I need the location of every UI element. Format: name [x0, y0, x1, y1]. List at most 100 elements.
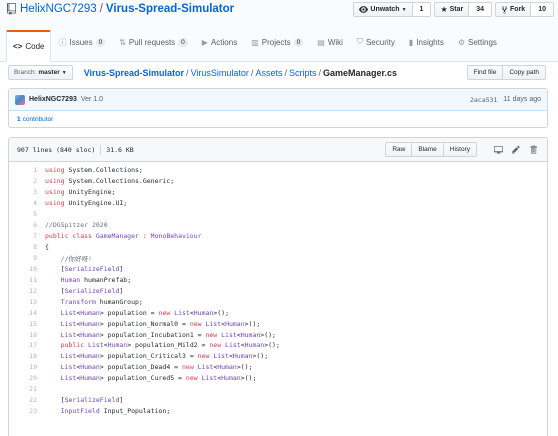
- line-number[interactable]: 13: [9, 298, 37, 306]
- line-number[interactable]: 17: [9, 341, 37, 349]
- pencil-icon[interactable]: [512, 145, 521, 154]
- line-number[interactable]: 20: [9, 374, 37, 382]
- code-token: InputField: [45, 407, 100, 416]
- graph-icon: ▮: [408, 37, 414, 47]
- star-count[interactable]: 34: [469, 2, 493, 17]
- tab-code[interactable]: <> Code: [6, 30, 52, 62]
- line-number[interactable]: 18: [9, 352, 37, 360]
- line-number[interactable]: 4: [9, 199, 37, 207]
- code-content: using UnityEngine.UI;: [37, 199, 127, 207]
- star-button[interactable]: ★ Star: [434, 2, 470, 17]
- tab-issues[interactable]: ⓘ Issues 0: [51, 30, 112, 53]
- code-token: Human: [240, 330, 261, 339]
- code-token: > population_Mild2 =: [127, 341, 210, 350]
- line-number[interactable]: 6: [9, 221, 37, 229]
- code-token: Human: [80, 308, 100, 317]
- code-token: List: [45, 374, 77, 383]
- line-number[interactable]: 22: [9, 396, 37, 404]
- raw-button[interactable]: Raw: [385, 142, 413, 157]
- code-token: new: [182, 363, 198, 372]
- line-number[interactable]: 8: [9, 243, 37, 251]
- code-icon: <>: [13, 42, 23, 51]
- line-number[interactable]: 5: [9, 210, 37, 218]
- code-line: 17 public List<Human> population_Mild2 =…: [9, 340, 547, 351]
- fork-button[interactable]: Fork: [495, 2, 532, 17]
- code-token: SerializeField: [64, 264, 120, 273]
- blame-button[interactable]: Blame: [412, 142, 444, 157]
- line-number[interactable]: 16: [9, 331, 37, 339]
- shield-icon: ⛉: [356, 37, 363, 46]
- watch-count[interactable]: 1: [412, 2, 432, 17]
- breadcrumb-filename: GameManager.cs: [323, 67, 398, 78]
- code-token: using: [45, 188, 65, 197]
- code-token: new: [209, 341, 226, 350]
- commit-message-link[interactable]: Ver 1.0: [81, 96, 103, 103]
- code-token: >();: [264, 341, 280, 350]
- commit-time: 11 days ago: [503, 95, 541, 103]
- breadcrumb-scripts-link[interactable]: Scripts: [289, 68, 317, 78]
- code-line: 7 public class GameManager : MonoBehaviou…: [9, 231, 547, 242]
- line-number[interactable]: 2: [9, 177, 37, 185]
- breadcrumb-virussimulator-link[interactable]: VirusSimulator: [191, 68, 249, 78]
- tab-projects[interactable]: ▥ Projects 0: [244, 30, 310, 53]
- line-number[interactable]: 9: [9, 254, 37, 262]
- line-number[interactable]: 1: [9, 166, 37, 174]
- fork-count[interactable]: 10: [531, 2, 554, 17]
- commit-author-link[interactable]: HelixNGC7293: [29, 96, 77, 103]
- branch-label: Branch:: [14, 69, 37, 76]
- desktop-icon[interactable]: [494, 145, 503, 154]
- code-line: 14 List<Human> population = new List<Hum…: [9, 307, 547, 318]
- tab-pull-requests[interactable]: ⇅ Pull requests 0: [112, 30, 195, 53]
- repo-name-link[interactable]: Virus-Spread-Simulator: [106, 3, 234, 15]
- tab-security[interactable]: ⛉ Security: [350, 30, 402, 53]
- line-number[interactable]: 11: [9, 276, 37, 284]
- unwatch-button[interactable]: Unwatch ▼: [353, 2, 413, 17]
- repo-owner-link[interactable]: HelixNGC7293: [20, 3, 97, 15]
- commit-sha-link[interactable]: 2aca531: [470, 96, 497, 104]
- contributors-row[interactable]: 1 contributor: [9, 111, 547, 127]
- code-line: 15 List<Human> population_Normal0 = new …: [9, 318, 547, 329]
- history-button[interactable]: History: [443, 142, 477, 157]
- trash-icon[interactable]: [530, 145, 539, 154]
- code-line: 5: [9, 209, 547, 220]
- line-number[interactable]: 7: [9, 232, 37, 240]
- code-content: [SerializeField]: [37, 396, 124, 404]
- line-number[interactable]: 21: [9, 385, 37, 393]
- code-token: Human: [193, 308, 214, 317]
- code-token: //DGSpitzer 2020: [45, 221, 108, 230]
- avatar[interactable]: [15, 94, 25, 105]
- line-number[interactable]: 14: [9, 309, 37, 317]
- code-token: Human: [232, 352, 253, 361]
- tab-actions[interactable]: ▶ Actions: [195, 30, 244, 53]
- pull-request-icon: ⇅: [119, 37, 126, 47]
- pull-requests-counter: 0: [178, 37, 188, 47]
- code-token: Human: [107, 341, 128, 350]
- code-line: 2 using System.Collections.Generic;: [9, 176, 547, 187]
- code-token: >();: [252, 352, 269, 361]
- code-line: 11 Human humanPrefab;: [9, 274, 547, 285]
- line-number[interactable]: 15: [9, 320, 37, 328]
- copy-path-button[interactable]: Copy path: [503, 65, 546, 80]
- breadcrumb-assets-link[interactable]: Assets: [255, 68, 282, 78]
- code-token: new: [205, 330, 222, 339]
- tab-projects-label: Projects: [261, 37, 291, 47]
- breadcrumb-repo-link[interactable]: Virus-Spread-Simulator: [84, 68, 184, 78]
- code-line: 6 //DGSpitzer 2020: [9, 220, 547, 231]
- breadcrumb: Virus-Spread-Simulator / VirusSimulator …: [84, 68, 397, 78]
- code-content: public class GameManager : MonoBehaviour: [37, 232, 202, 240]
- line-number[interactable]: 3: [9, 188, 37, 196]
- line-number[interactable]: 10: [9, 265, 37, 273]
- branch-select-button[interactable]: Branch: master ▼: [8, 65, 73, 80]
- line-number[interactable]: 23: [9, 407, 37, 415]
- code-token: List: [174, 308, 190, 317]
- tab-settings[interactable]: ⚙ Settings: [451, 30, 504, 53]
- find-file-button[interactable]: Find file: [466, 65, 504, 80]
- tab-wiki[interactable]: ▤ Wiki: [310, 30, 350, 53]
- code-token: Human: [217, 363, 237, 372]
- code-content: List<Human> population_Normal0 = new Lis…: [37, 320, 261, 328]
- code-token: [: [45, 264, 65, 273]
- line-number[interactable]: 12: [9, 287, 37, 295]
- line-number[interactable]: 19: [9, 363, 37, 371]
- tab-insights[interactable]: ▮ Insights: [402, 30, 451, 53]
- file-box: 907 lines (840 sloc) 31.6 KB Raw Blame H…: [8, 137, 548, 436]
